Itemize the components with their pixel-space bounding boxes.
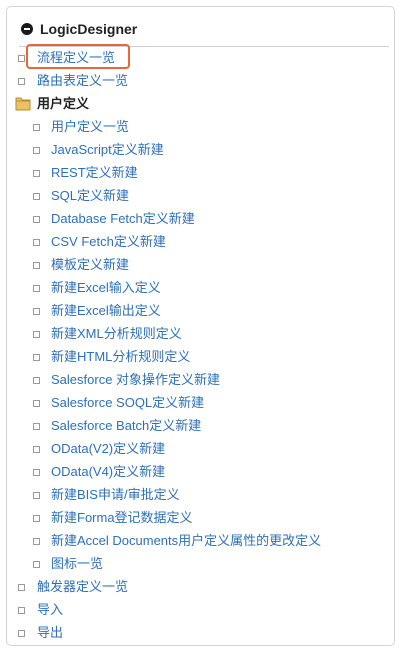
bullet-icon	[33, 492, 40, 499]
panel-header: LogicDesigner	[19, 15, 389, 47]
tree-child-item[interactable]: OData(V2)定义新建	[0, 438, 400, 460]
tree-child-label[interactable]: 新建XML分析规则定义	[51, 325, 182, 343]
tree-item-export[interactable]: 导出	[0, 622, 400, 644]
bullet-icon	[33, 285, 40, 292]
bullet-icon	[33, 469, 40, 476]
tree-child-item[interactable]: Database Fetch定义新建	[0, 208, 400, 230]
tree-folder-label[interactable]: 用户定义	[37, 95, 89, 113]
panel-title: LogicDesigner	[40, 21, 138, 37]
tree-child-item[interactable]: 新建XML分析规则定义	[0, 323, 400, 345]
tree-child-item[interactable]: 模板定义新建	[0, 254, 400, 276]
tree-child-label[interactable]: CSV Fetch定义新建	[51, 233, 166, 251]
tree-child-label[interactable]: 用户定义一览	[51, 118, 129, 136]
bullet-icon	[18, 607, 25, 614]
tree-child-label[interactable]: REST定义新建	[51, 164, 138, 182]
tree-child-label[interactable]: Salesforce Batch定义新建	[51, 417, 201, 435]
tree-child-label[interactable]: 新建BIS申请/审批定义	[51, 486, 180, 504]
bullet-icon	[33, 308, 40, 315]
tree-child-item[interactable]: 新建Forma登记数据定义	[0, 507, 400, 529]
tree-child-item[interactable]: 图标一览	[0, 553, 400, 575]
bullet-icon	[33, 170, 40, 177]
bullet-icon	[33, 354, 40, 361]
bullet-icon	[33, 193, 40, 200]
bullet-icon	[33, 538, 40, 545]
tree-item-label[interactable]: 流程定义一览	[37, 49, 115, 67]
tree-child-label[interactable]: 新建HTML分析规则定义	[51, 348, 190, 366]
tree-child-label[interactable]: OData(V2)定义新建	[51, 440, 165, 458]
bullet-icon	[33, 400, 40, 407]
tree-child-item[interactable]: 用户定义一览	[0, 116, 400, 138]
tree-child-item[interactable]: JavaScript定义新建	[0, 139, 400, 161]
tree-child-label[interactable]: 图标一览	[51, 555, 103, 573]
bullet-icon	[18, 55, 25, 62]
tree-child-item[interactable]: CSV Fetch定义新建	[0, 231, 400, 253]
tree-child-label[interactable]: Database Fetch定义新建	[51, 210, 195, 228]
collapse-icon[interactable]	[21, 23, 33, 35]
tree-item-label[interactable]: 路由表定义一览	[37, 72, 128, 90]
tree-item-trigger-list[interactable]: 触发器定义一览	[0, 576, 400, 598]
tree-child-label[interactable]: SQL定义新建	[51, 187, 129, 205]
bullet-icon	[33, 331, 40, 338]
tree-child-label[interactable]: 新建Excel输出定义	[51, 302, 161, 320]
tree-child-item[interactable]: 新建HTML分析规则定义	[0, 346, 400, 368]
tree-item-label[interactable]: 触发器定义一览	[37, 578, 128, 596]
bullet-icon	[33, 124, 40, 131]
bullet-icon	[33, 377, 40, 384]
tree-child-item[interactable]: Salesforce SOQL定义新建	[0, 392, 400, 414]
bullet-icon	[33, 262, 40, 269]
tree-folder-user-definitions[interactable]: 用户定义	[0, 93, 400, 115]
bullet-icon	[33, 561, 40, 568]
tree-item-label[interactable]: 导入	[37, 601, 63, 619]
tree-child-label[interactable]: 新建Forma登记数据定义	[51, 509, 193, 527]
tree-child-label[interactable]: 新建Excel输入定义	[51, 279, 161, 297]
bullet-icon	[18, 630, 25, 637]
bullet-icon	[33, 216, 40, 223]
tree-child-item[interactable]: OData(V4)定义新建	[0, 461, 400, 483]
bullet-icon	[33, 239, 40, 246]
tree-child-item[interactable]: 新建Accel Documents用户定义属性的更改定义	[0, 530, 400, 552]
bullet-icon	[18, 78, 25, 85]
tree-child-label[interactable]: OData(V4)定义新建	[51, 463, 165, 481]
folder-icon	[15, 97, 31, 111]
tree-child-item[interactable]: SQL定义新建	[0, 185, 400, 207]
tree-child-item[interactable]: REST定义新建	[0, 162, 400, 184]
tree-child-label[interactable]: 模板定义新建	[51, 256, 129, 274]
tree-item-import[interactable]: 导入	[0, 599, 400, 621]
tree-item-flow-list[interactable]: 流程定义一览	[0, 47, 400, 69]
tree-child-label[interactable]: JavaScript定义新建	[51, 141, 164, 159]
tree-child-item[interactable]: Salesforce Batch定义新建	[0, 415, 400, 437]
tree-child-item[interactable]: 新建BIS申请/审批定义	[0, 484, 400, 506]
tree-item-routing-table-list[interactable]: 路由表定义一览	[0, 70, 400, 92]
bullet-icon	[33, 423, 40, 430]
bullet-icon	[33, 147, 40, 154]
bullet-icon	[18, 584, 25, 591]
tree-child-label[interactable]: 新建Accel Documents用户定义属性的更改定义	[51, 532, 321, 550]
tree-child-item[interactable]: 新建Excel输入定义	[0, 277, 400, 299]
tree-child-item[interactable]: Salesforce 对象操作定义新建	[0, 369, 400, 391]
tree-child-item[interactable]: 新建Excel输出定义	[0, 300, 400, 322]
tree-child-label[interactable]: Salesforce 对象操作定义新建	[51, 371, 220, 389]
bullet-icon	[33, 515, 40, 522]
tree-child-label[interactable]: Salesforce SOQL定义新建	[51, 394, 204, 412]
bullet-icon	[33, 446, 40, 453]
tree-item-label[interactable]: 导出	[37, 624, 63, 642]
